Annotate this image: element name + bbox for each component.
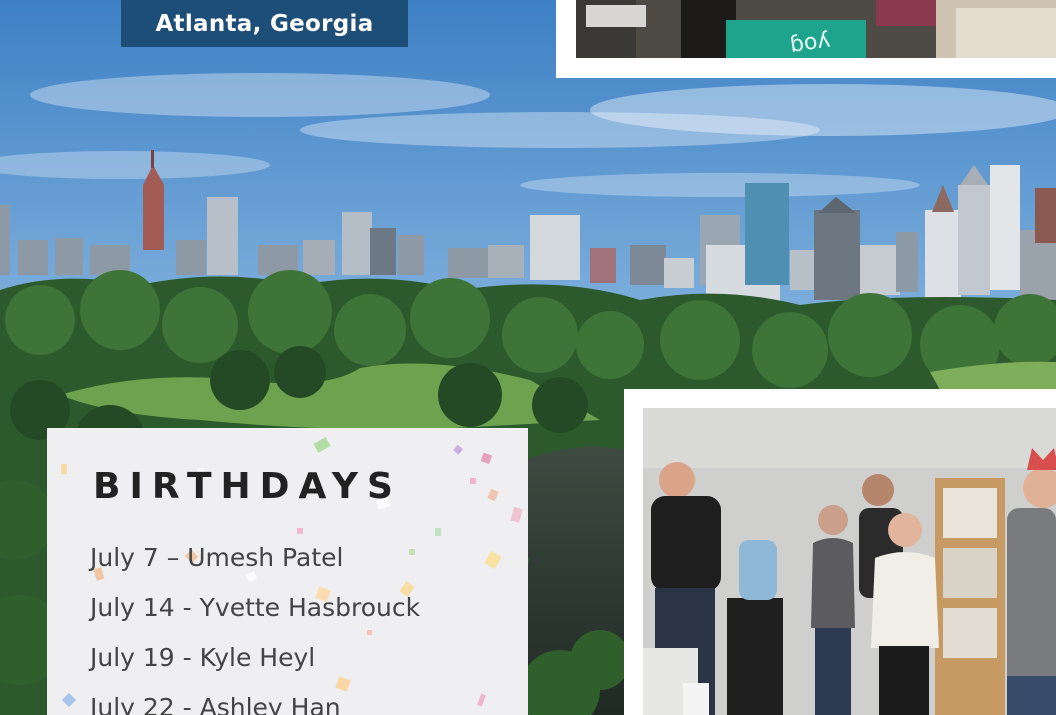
location-label: Atlanta, Georgia xyxy=(155,10,374,37)
birthday-entry: July 19 - Kyle Heyl xyxy=(90,643,316,672)
birthday-entry: July 22 - Ashley Han xyxy=(90,693,341,715)
team-celebration-photo xyxy=(643,408,1056,715)
birthdays-title: BIRTHDAYS xyxy=(93,466,402,507)
location-tag: Atlanta, Georgia xyxy=(121,0,408,47)
birthday-entry: July 14 - Yvette Hasbrouck xyxy=(90,593,421,622)
birthday-entry: July 7 – Umesh Patel xyxy=(90,543,344,572)
birthdays-list: July 7 – Umesh Patel July 14 - Yvette Ha… xyxy=(90,533,420,715)
office-floor-photo: ɓoʎ xyxy=(576,0,1056,58)
birthdays-card: BIRTHDAYS July 7 – Umesh Patel July 14 -… xyxy=(47,428,528,715)
